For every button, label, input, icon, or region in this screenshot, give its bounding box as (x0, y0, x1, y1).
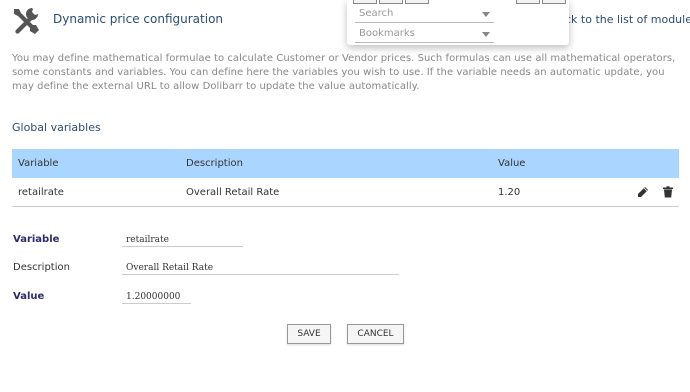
top-dropdown-panel: Search Bookmarks (347, 0, 569, 45)
column-header-variable: Variable (18, 158, 59, 169)
search-select[interactable]: Search (355, 6, 494, 23)
cancel-button[interactable]: CANCEL (347, 324, 404, 344)
dropdown-tab[interactable] (379, 0, 403, 4)
global-variables-table: Variable Description Value retailrate Ov… (12, 149, 679, 207)
back-to-modules-link[interactable]: ck to the list of modules (565, 13, 690, 26)
search-select-placeholder: Search (359, 8, 394, 19)
value-input[interactable] (122, 290, 191, 304)
column-header-value: Value (498, 158, 526, 169)
bookmarks-select-placeholder: Bookmarks (359, 28, 415, 39)
edit-icon[interactable] (637, 186, 649, 198)
description-label: Description (13, 262, 70, 273)
section-title: Global variables (12, 121, 101, 134)
dropdown-tab[interactable] (405, 0, 429, 4)
save-button[interactable]: SAVE (287, 324, 331, 344)
table-header: Variable Description Value (12, 149, 679, 178)
value-label: Value (13, 291, 45, 302)
chevron-down-icon (482, 32, 490, 37)
page-title: Dynamic price configuration (53, 12, 224, 26)
top-tab[interactable] (516, 0, 540, 4)
chevron-down-icon (482, 12, 490, 17)
row-variable: retailrate (18, 187, 64, 198)
column-header-description: Description (186, 158, 243, 169)
row-value: 1.20 (498, 187, 521, 198)
table-row: retailrate Overall Retail Rate 1.20 (12, 178, 679, 207)
dropdown-tab[interactable] (353, 0, 377, 4)
variable-input[interactable] (122, 233, 243, 247)
row-description: Overall Retail Rate (186, 187, 280, 198)
delete-icon[interactable] (662, 186, 674, 198)
tools-icon (14, 8, 39, 34)
intro-text: You may define mathematical formulae to … (12, 53, 676, 92)
description-input[interactable] (122, 261, 399, 275)
bookmarks-select[interactable]: Bookmarks (355, 26, 494, 43)
variable-label: Variable (13, 234, 60, 245)
top-tab[interactable] (542, 0, 566, 4)
